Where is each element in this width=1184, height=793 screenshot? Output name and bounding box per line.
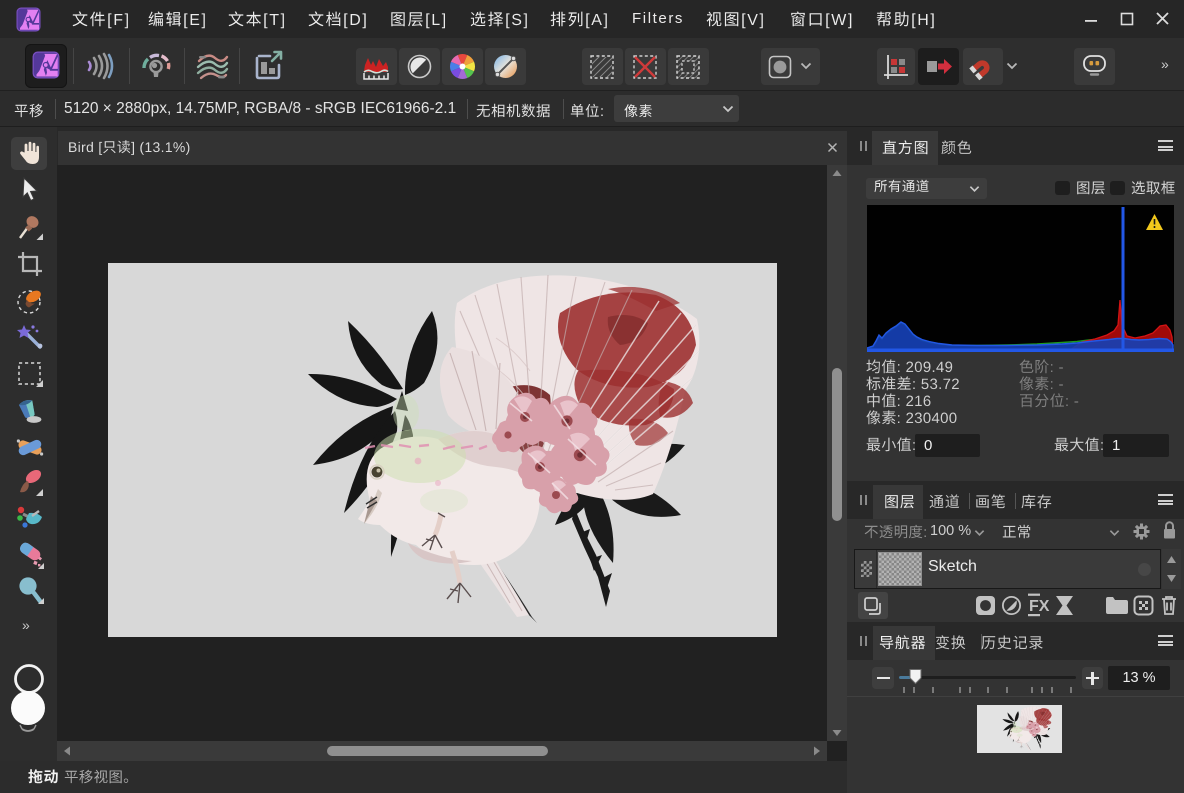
svg-text:FX: FX [1029,598,1050,615]
